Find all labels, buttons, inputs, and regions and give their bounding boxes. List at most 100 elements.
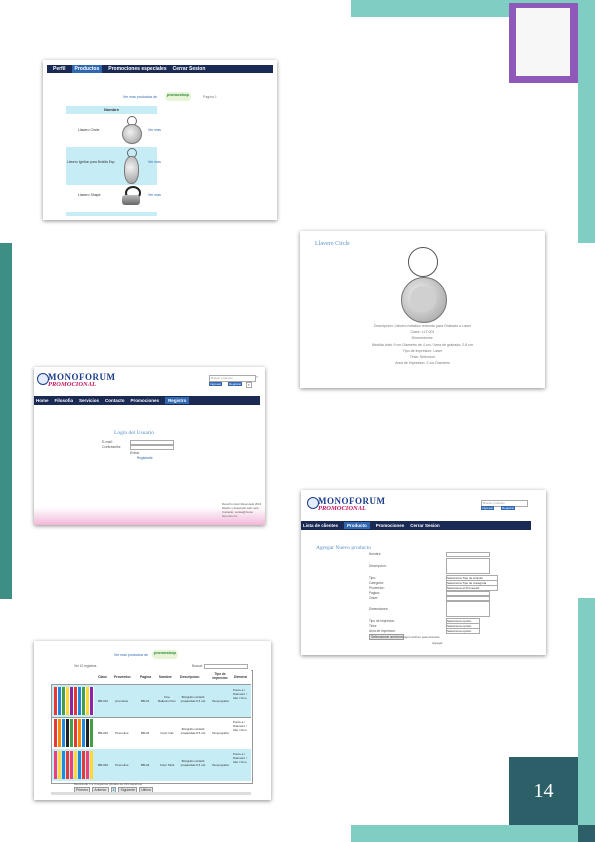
nav-promociones[interactable]: Promociones <box>376 523 405 528</box>
field-label: Nombre: <box>369 552 382 556</box>
row-link[interactable]: Ver mas <box>148 160 161 164</box>
field-label: Pagina: <box>369 591 380 595</box>
register-link[interactable]: Registrarte <box>137 456 153 460</box>
cell-impresion: Tampografía <box>212 763 229 767</box>
email-label: E-mail: <box>102 440 113 444</box>
navbar: Lista de clientes Producto Promociones C… <box>301 521 531 530</box>
password-field[interactable] <box>130 445 174 450</box>
cell-proveedor: Promoline <box>115 763 129 767</box>
field-label: Clave: <box>369 596 379 600</box>
search-input[interactable] <box>204 664 248 669</box>
product-image <box>121 116 142 144</box>
screenshot-products-list: Perfil Productos Promociones especiales … <box>43 60 277 220</box>
login-button[interactable]: Ingresar <box>209 382 223 386</box>
nombre-input[interactable] <box>446 552 490 557</box>
field-label: Tinta: <box>369 624 377 628</box>
logo-subtext: PROMOCIONAL <box>48 381 97 388</box>
horizontal-scrollbar[interactable] <box>51 792 251 795</box>
submit-button[interactable]: Entrar <box>130 451 140 455</box>
cell-dimensiones: Punto a / Diametro / Alto / Fino <box>233 720 247 732</box>
area-select[interactable]: Selecciona opción <box>446 628 480 634</box>
product-image <box>54 719 94 747</box>
dimensiones-textarea[interactable] <box>446 601 490 617</box>
col-header[interactable]: Tipo de impresion <box>210 672 230 680</box>
register-button[interactable]: Registrar <box>228 382 243 386</box>
nav-servicios[interactable]: Servicios <box>79 398 99 403</box>
field-label: Proveedor: <box>369 586 385 590</box>
cell-clave: BB-030 <box>98 763 109 767</box>
nav-promociones[interactable]: Promociones especiales <box>108 66 166 72</box>
page-number: 14 <box>509 757 578 825</box>
descripcion-textarea[interactable] <box>446 558 490 574</box>
row-name: Llavero Circle <box>78 128 100 132</box>
cell-dimensiones: Punto a / Diametro / Alto / Fino <box>233 688 247 700</box>
col-header[interactable]: Clave <box>98 675 107 679</box>
cell-impresion: Tampografía <box>212 731 229 735</box>
page-size-select[interactable]: Ver 10 registros <box>74 664 96 668</box>
navbar: Perfil Productos Promociones especiales … <box>47 65 273 73</box>
col-header[interactable]: Proveedor <box>114 675 131 679</box>
product-image <box>121 186 141 210</box>
form-title: Login del Usuario <box>114 430 155 436</box>
search-icon[interactable]: ⌕ <box>256 374 258 379</box>
cell-pagina: BB-02 <box>141 731 150 735</box>
field-label: Tipo: <box>369 576 376 580</box>
product-title: Llavero Circle <box>315 241 350 247</box>
cell-nombre: Color Inks <box>160 731 174 735</box>
cell-nombre: Color Stick <box>159 763 175 767</box>
row-link[interactable]: Ver mas <box>148 128 161 132</box>
product-details: Descripcion: Llavero metalico redondo pa… <box>300 323 545 366</box>
cell-impresion: Tampografía <box>212 699 229 703</box>
promoshop-logo[interactable]: promoshop <box>152 650 178 659</box>
search-input[interactable]: Buscar producto <box>209 375 256 382</box>
nav-perfil[interactable]: Perfil <box>53 66 66 72</box>
cell-dimensiones: Punto a / Diametro / Alto / Fino <box>233 752 247 764</box>
product-image <box>398 247 448 323</box>
product-image <box>54 751 94 779</box>
screenshot-login: MONOFORUM PROMOCIONAL Buscar producto ⌕ … <box>34 367 265 525</box>
nav-productos[interactable]: Productos <box>71 65 103 73</box>
nav-home[interactable]: Home <box>36 398 49 403</box>
decor-white-square <box>516 8 570 76</box>
column-header: Nombre <box>66 106 157 114</box>
product-image <box>54 687 94 715</box>
decor-band-right-top <box>578 0 595 243</box>
file-button[interactable]: Seleccionar archivo <box>369 634 404 640</box>
navbar: Home Filosofia Servicios Contacto Promoc… <box>34 396 260 405</box>
nav-contacto[interactable]: Contacto <box>105 398 125 403</box>
col-header[interactable]: Dimensi <box>234 675 247 679</box>
nav-lista-clientes[interactable]: Lista de clientes <box>303 523 338 528</box>
detail-line: Area de impresion: 2 cm Diametro <box>395 361 450 366</box>
nav-cerrar-sesion[interactable]: Cerrar Sesion <box>410 523 440 528</box>
col-header[interactable]: Nombre <box>159 675 172 679</box>
cell-nombre: Fine Ballpoint Pen <box>158 695 176 703</box>
nav-cerrar-sesion[interactable]: Cerrar Sesion <box>173 66 206 72</box>
cell-proveedor: Promoline <box>115 731 129 735</box>
col-header[interactable]: Descripcion <box>180 675 199 679</box>
cell-proveedor: promoline <box>115 699 129 703</box>
row-name: Llavero Shape <box>78 193 101 197</box>
page-indicator: Pagina 1 <box>203 95 217 99</box>
register-button[interactable]: Registrar <box>501 506 516 510</box>
nav-promociones[interactable]: Promociones <box>131 398 160 403</box>
field-label: Area de impresion: <box>369 629 396 633</box>
nav-producto[interactable]: Producto <box>344 522 370 529</box>
extra-button[interactable]: ▾ <box>246 382 252 388</box>
nav-registro[interactable]: Registro <box>165 397 190 404</box>
login-button[interactable]: Ingresar <box>481 506 495 510</box>
submit-button[interactable]: Agregar <box>432 641 443 645</box>
col-header[interactable]: Pagina <box>140 675 151 679</box>
cell-clave: BB-010 <box>98 699 109 703</box>
promoshop-logo[interactable]: promoshop <box>165 92 191 101</box>
logo-subtext: PROMOCIONAL <box>318 505 367 512</box>
decor-band-right-bottom <box>578 598 595 842</box>
decor-band-left <box>0 243 12 599</box>
search-label: Buscar: <box>192 664 203 668</box>
row-link[interactable]: Ver mas <box>148 193 161 197</box>
footer-line: foro.com.mx <box>222 514 238 518</box>
nav-filosofia[interactable]: Filosofia <box>55 398 74 403</box>
cell-clave: BB-020 <box>98 731 109 735</box>
screenshot-add-product: MONOFORUM PROMOCIONAL Buscar producto In… <box>301 490 546 655</box>
screenshot-product-detail: Llavero Circle Descripcion: Llavero meta… <box>300 231 545 388</box>
screenshot-product-table: Ver mas productos de promoshop Ver 10 re… <box>34 641 271 800</box>
